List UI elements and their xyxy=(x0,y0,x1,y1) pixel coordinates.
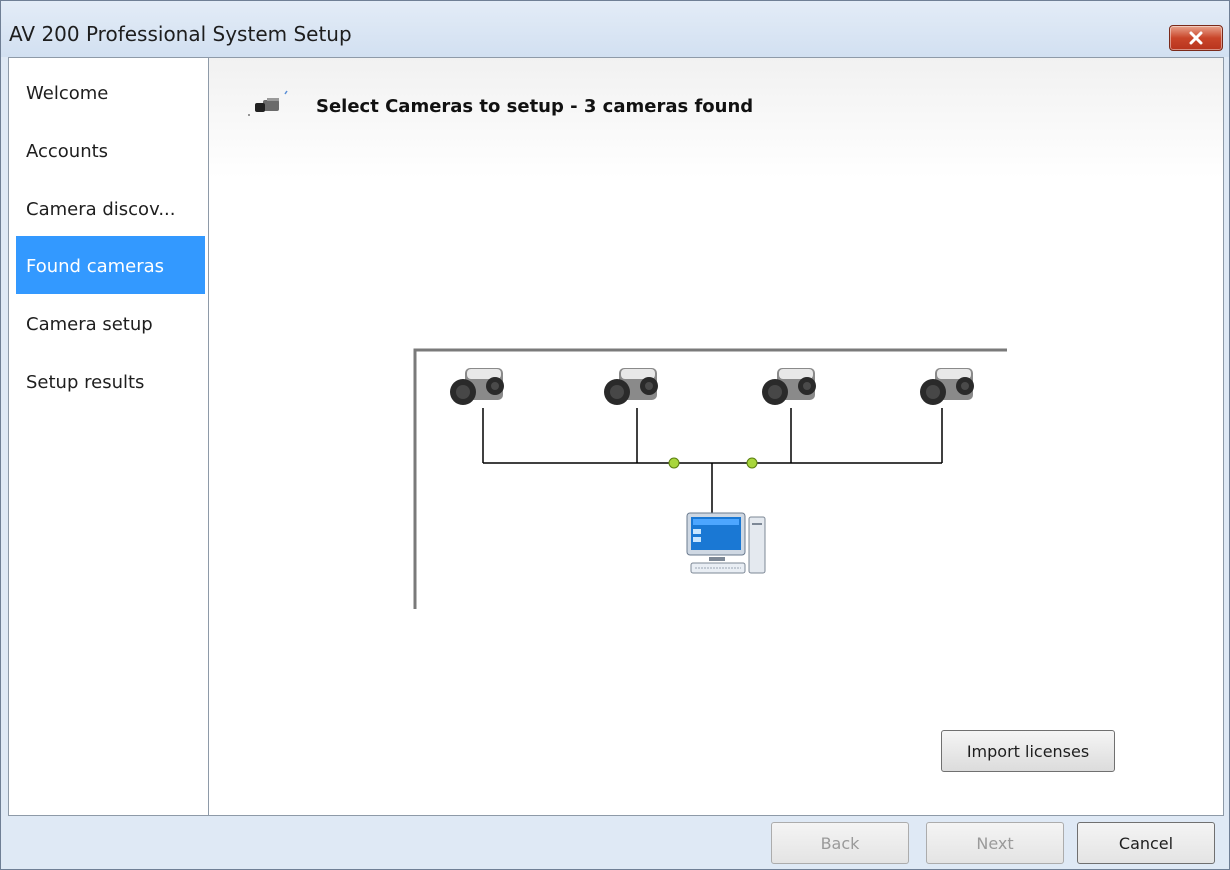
security-camera-icon[interactable] xyxy=(450,368,504,405)
sidebar-item-label: Welcome xyxy=(26,83,109,104)
window-title: AV 200 Professional System Setup xyxy=(9,22,352,46)
sidebar-item-camera-setup[interactable]: Camera setup xyxy=(16,294,205,352)
next-button[interactable]: Next xyxy=(926,822,1064,864)
sidebar-item-label: Accounts xyxy=(26,141,109,162)
main-panel: Select Cameras to setup - 3 cameras foun… xyxy=(209,58,1223,815)
sidebar-item-label: Camera discov... xyxy=(26,199,176,220)
footer-bar: Back Next Cancel xyxy=(1,816,1229,869)
security-camera-icon[interactable] xyxy=(920,368,974,405)
sidebar-item-label: Found cameras xyxy=(26,256,165,277)
back-button[interactable]: Back xyxy=(771,822,909,864)
setup-window: AV 200 Professional System Setup Welcome… xyxy=(0,0,1230,870)
sidebar-item-accounts[interactable]: Accounts xyxy=(16,121,205,179)
security-camera-icon[interactable] xyxy=(604,368,658,405)
import-licenses-button[interactable]: Import licenses xyxy=(941,730,1115,772)
sidebar-item-camera-discovery[interactable]: Camera discov... xyxy=(16,179,205,237)
sidebar-item-found-cameras[interactable]: Found cameras xyxy=(16,236,205,294)
sidebar-item-label: Setup results xyxy=(26,372,145,393)
close-button[interactable] xyxy=(1169,25,1223,51)
security-camera-icon[interactable] xyxy=(762,368,816,405)
sidebar-item-label: Camera setup xyxy=(26,314,153,335)
cancel-button[interactable]: Cancel xyxy=(1077,822,1215,864)
wizard-body: Welcome Accounts Camera discov... Found … xyxy=(8,57,1224,816)
close-x-icon xyxy=(1189,31,1203,45)
sidebar-item-welcome[interactable]: Welcome xyxy=(16,63,205,121)
network-diagram xyxy=(413,348,1007,609)
sidebar: Welcome Accounts Camera discov... Found … xyxy=(9,58,209,815)
network-node-dot xyxy=(668,457,680,469)
computer-icon xyxy=(686,512,766,574)
network-node-dot xyxy=(746,457,758,469)
sidebar-item-setup-results[interactable]: Setup results xyxy=(16,352,205,410)
title-bar[interactable]: AV 200 Professional System Setup xyxy=(1,1,1229,57)
